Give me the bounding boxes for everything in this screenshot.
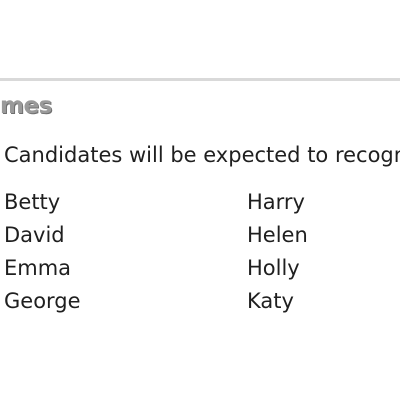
name-left: George xyxy=(4,288,81,313)
list-item: David Helen xyxy=(4,218,400,251)
list-item: George Katy xyxy=(4,284,400,317)
name-left: Emma xyxy=(4,255,72,280)
section-divider xyxy=(0,78,400,81)
list-item: Betty Harry xyxy=(4,185,400,218)
name-left: David xyxy=(4,222,65,247)
names-list: Betty Harry David Helen Emma Holly Georg… xyxy=(4,185,400,317)
name-right: Helen xyxy=(247,222,308,247)
name-left: Betty xyxy=(4,189,61,214)
intro-text: Candidates will be expected to recogn xyxy=(4,143,400,167)
name-right: Katy xyxy=(247,288,294,313)
section-heading: mes xyxy=(0,93,52,119)
name-right: Harry xyxy=(247,189,305,214)
list-item: Emma Holly xyxy=(4,251,400,284)
name-right: Holly xyxy=(247,255,300,280)
